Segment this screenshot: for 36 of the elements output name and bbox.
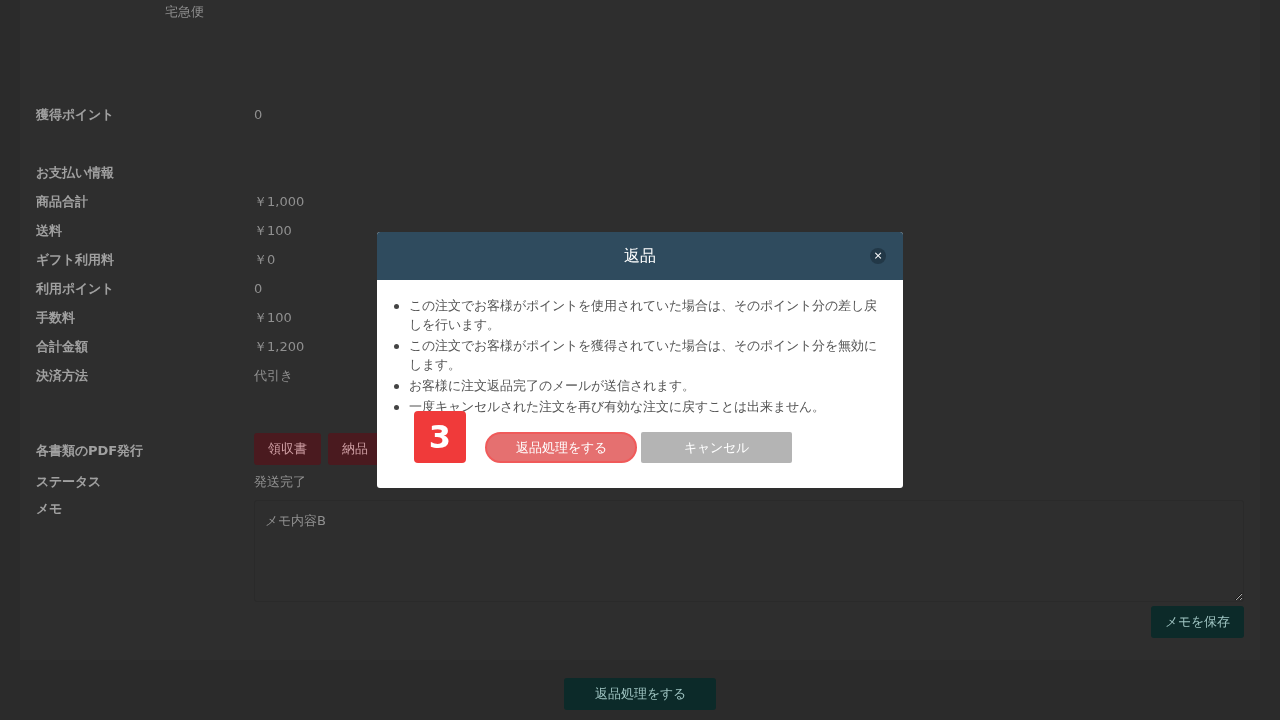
field-label: 商品合計	[36, 193, 89, 212]
field-label: 利用ポイント	[36, 280, 115, 299]
field-label: メモ	[36, 499, 63, 518]
field-value: 0	[254, 106, 263, 125]
field-label: ギフト利用料	[36, 251, 115, 270]
delivery-method: 宅急便	[165, 3, 204, 21]
field-label: ステータス	[36, 473, 102, 492]
field-value: ￥100	[254, 309, 292, 328]
field-value: ￥0	[254, 251, 276, 270]
field-label: 各書類のPDF発行	[36, 441, 145, 460]
bullet-icon	[394, 384, 399, 389]
section-heading: お支払い情報	[36, 164, 114, 183]
bullet-icon	[394, 304, 399, 309]
bullet-icon	[394, 344, 399, 349]
note-text: この注文でお客様がポイントを使用されていた場合は、そのポイント分の差し戻しを行います。	[409, 297, 878, 334]
memo-field[interactable]: メモ内容B	[254, 499, 1244, 602]
field-value: ￥1,000	[254, 193, 305, 212]
field-label: 手数料	[36, 309, 76, 328]
dialog-title: 返品	[624, 245, 656, 267]
field-value: 代引き	[254, 367, 293, 386]
field-label: 送料	[36, 222, 63, 241]
step-marker: 3	[414, 411, 466, 463]
field-value: 0	[254, 280, 263, 299]
pdf-button[interactable]: 領収書	[254, 432, 321, 465]
field-value: ￥1,200	[254, 338, 305, 357]
note-text: お客様に注文返品完了のメールが送信されます。	[409, 377, 695, 395]
field-label: 合計金額	[36, 338, 89, 357]
return-button[interactable]: 返品処理をする	[564, 678, 716, 710]
field-label: 獲得ポイント	[36, 106, 115, 125]
bullet-icon	[394, 405, 399, 410]
note-text: この注文でお客様がポイントを獲得されていた場合は、そのポイント分を無効にします。	[409, 337, 878, 374]
field-value: ￥100	[254, 222, 292, 241]
field-value: 発送完了	[254, 473, 306, 492]
field-label: 決済方法	[36, 367, 89, 386]
close-button[interactable]: ×	[870, 248, 886, 264]
save-memo-button[interactable]: メモを保存	[1151, 605, 1244, 638]
